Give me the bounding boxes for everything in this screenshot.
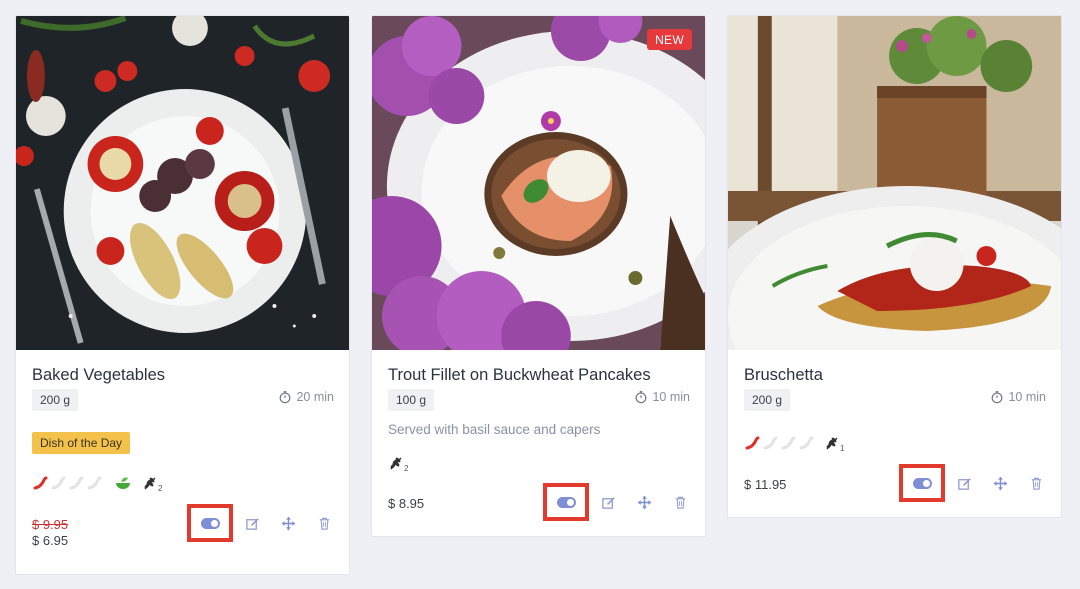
chili-pepper-icon bbox=[745, 436, 760, 449]
move-button[interactable] bbox=[270, 512, 306, 534]
cooking-time: 20 min bbox=[278, 390, 334, 404]
move-arrows-icon bbox=[281, 516, 295, 530]
availability-toggle-button[interactable] bbox=[187, 504, 233, 542]
dish-of-the-day-badge: Dish of the Day bbox=[32, 432, 131, 454]
stopwatch-icon bbox=[280, 391, 291, 404]
edit-button[interactable] bbox=[590, 491, 626, 513]
chili-pepper-icon bbox=[33, 476, 48, 489]
trash-icon bbox=[319, 517, 329, 530]
wheat-icon bbox=[826, 437, 838, 449]
dietary-icons: 1 bbox=[744, 432, 844, 453]
price-block: $ 8.95 bbox=[388, 495, 424, 511]
move-button[interactable] bbox=[982, 472, 1018, 494]
toggle-switch-icon bbox=[556, 496, 576, 508]
dish-photo bbox=[728, 16, 1061, 350]
wheat-icon bbox=[390, 457, 402, 469]
dish-title: Bruschetta bbox=[744, 366, 823, 384]
current-price: $ 6.95 bbox=[32, 533, 69, 548]
chili-pepper-icon bbox=[781, 436, 796, 449]
price-block: $ 9.95 $ 6.95 bbox=[32, 517, 68, 548]
availability-toggle-button[interactable] bbox=[899, 464, 945, 502]
chili-pepper-icon bbox=[87, 476, 102, 489]
move-arrows-icon bbox=[637, 495, 651, 509]
edit-icon bbox=[957, 477, 971, 490]
time-label: 10 min bbox=[1008, 390, 1046, 404]
delete-button[interactable] bbox=[1018, 472, 1054, 494]
stopwatch-icon bbox=[636, 391, 647, 404]
card-actions bbox=[899, 464, 1054, 502]
trash-icon bbox=[675, 496, 685, 509]
edit-button[interactable] bbox=[234, 512, 270, 534]
chili-pepper-icon bbox=[799, 436, 814, 449]
dish-description: Served with basil sauce and capers bbox=[388, 422, 601, 437]
time-label: 20 min bbox=[296, 390, 334, 404]
dish-photo: NEW bbox=[372, 16, 705, 350]
current-price: $ 8.95 bbox=[388, 496, 425, 511]
gluten-count: 1 bbox=[840, 444, 845, 453]
weight-badge: 200 g bbox=[744, 389, 791, 411]
chili-pepper-icon bbox=[763, 436, 778, 449]
availability-toggle-button[interactable] bbox=[543, 483, 589, 521]
dish-title: Baked Vegetables bbox=[32, 366, 166, 384]
menu-card: Baked Vegetables 20 min 200 g Dish of th… bbox=[15, 15, 350, 575]
chili-pepper-icon bbox=[69, 476, 84, 489]
weight-badge: 100 g bbox=[388, 389, 435, 411]
edit-icon bbox=[245, 517, 259, 530]
cooking-time: 10 min bbox=[990, 390, 1046, 404]
move-arrows-icon bbox=[993, 476, 1007, 490]
current-price: $ 11.95 bbox=[744, 477, 787, 492]
move-button[interactable] bbox=[626, 491, 662, 513]
toggle-switch-icon bbox=[200, 517, 220, 529]
edit-icon bbox=[601, 496, 615, 509]
delete-button[interactable] bbox=[306, 512, 342, 534]
edit-button[interactable] bbox=[946, 472, 982, 494]
card-actions bbox=[187, 504, 342, 542]
wheat-icon bbox=[144, 477, 156, 489]
price-block: $ 11.95 bbox=[744, 476, 786, 492]
gluten-count: 2 bbox=[158, 484, 163, 493]
dietary-icons: 2 bbox=[32, 472, 162, 493]
menu-card: Bruschetta 10 min 200 g 1 $ 11.95 bbox=[727, 15, 1062, 518]
toggle-switch-icon bbox=[912, 477, 932, 489]
dietary-icons: 2 bbox=[388, 452, 408, 473]
leaf-bowl-icon bbox=[116, 477, 130, 489]
gluten-count: 2 bbox=[404, 464, 409, 473]
new-badge: NEW bbox=[647, 29, 692, 50]
old-price: $ 9.95 bbox=[32, 517, 69, 532]
dish-photo bbox=[16, 16, 349, 350]
card-actions bbox=[543, 483, 698, 521]
trash-icon bbox=[1031, 477, 1041, 490]
stopwatch-icon bbox=[992, 391, 1003, 404]
time-label: 10 min bbox=[652, 390, 690, 404]
chili-pepper-icon bbox=[51, 476, 66, 489]
weight-badge: 200 g bbox=[32, 389, 79, 411]
menu-card: NEW Trout Fillet on Buckwheat Pancakes 1… bbox=[371, 15, 706, 537]
cooking-time: 10 min bbox=[634, 390, 690, 404]
dish-title: Trout Fillet on Buckwheat Pancakes bbox=[388, 366, 651, 384]
delete-button[interactable] bbox=[662, 491, 698, 513]
